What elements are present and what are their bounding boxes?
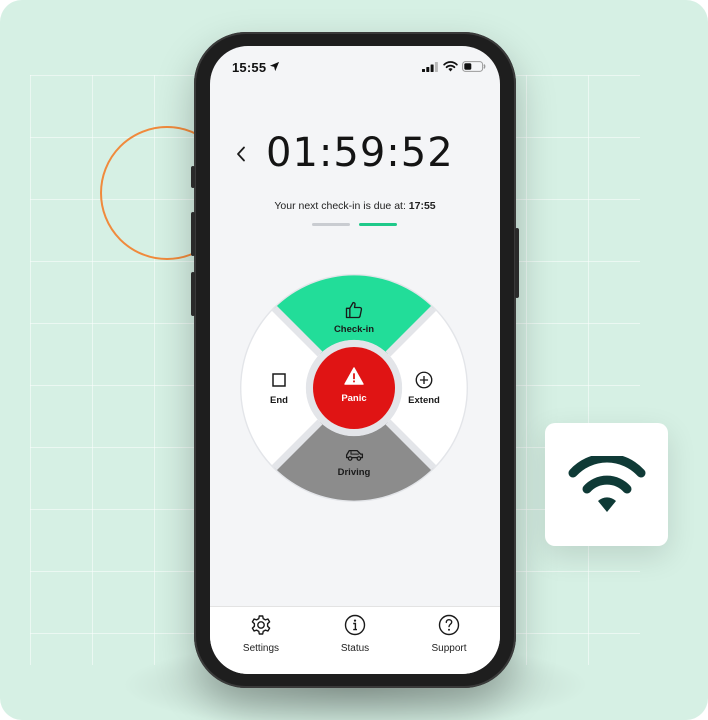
tab-settings[interactable]: Settings xyxy=(221,613,301,654)
car-icon xyxy=(345,449,364,461)
wifi-icon xyxy=(443,61,458,72)
status-bar: 15:55 xyxy=(210,46,500,90)
tab-settings-label: Settings xyxy=(242,643,280,654)
tab-support[interactable]: Support xyxy=(409,613,489,654)
warning-icon xyxy=(344,367,364,385)
volume-down-button xyxy=(191,272,195,316)
phone-frame: 15:55 01:59:52 Your next check-in is due… xyxy=(191,32,519,688)
driving-label: Driving xyxy=(337,467,371,478)
next-checkin-label: Your next check-in is due at: xyxy=(274,200,409,212)
mute-switch xyxy=(191,166,195,188)
power-button xyxy=(515,228,519,298)
tab-support-label: Support xyxy=(431,643,467,654)
end-label: End xyxy=(270,395,288,406)
wifi-card xyxy=(545,423,668,546)
phone-screen: 15:55 01:59:52 Your next check-in is due… xyxy=(210,46,500,674)
location-arrow-icon xyxy=(269,61,280,72)
volume-up-button xyxy=(191,212,195,256)
gear-icon xyxy=(251,615,271,635)
tab-status-label: Status xyxy=(340,643,370,654)
stop-square-icon xyxy=(272,373,286,387)
tab-status[interactable]: Status xyxy=(315,613,395,654)
checkin-label: Check-in xyxy=(333,324,375,335)
panic-label: Panic xyxy=(341,393,367,404)
marketing-background: 15:55 01:59:52 Your next check-in is due… xyxy=(0,0,708,720)
wifi-icon xyxy=(568,455,645,512)
extend-label: Extend xyxy=(408,395,440,406)
plus-circle-icon xyxy=(415,371,433,389)
progress-step-2 xyxy=(359,223,397,226)
back-button[interactable] xyxy=(232,142,250,166)
battery-icon xyxy=(462,61,486,72)
status-time: 15:55 xyxy=(232,60,267,75)
chevron-left-icon xyxy=(237,146,245,162)
progress-step-1 xyxy=(312,223,350,226)
thumbs-up-icon xyxy=(345,301,363,319)
next-checkin-time: 17:55 xyxy=(408,200,436,212)
next-checkin-text: Your next check-in is due at: 17:55 xyxy=(210,200,500,212)
bottom-tab-bar: Settings Status Support xyxy=(210,606,500,674)
panic-button[interactable] xyxy=(313,347,395,429)
info-icon xyxy=(344,614,366,636)
signal-icon xyxy=(422,62,438,72)
question-icon xyxy=(438,614,460,636)
countdown-timer: 01:59:52 xyxy=(266,130,454,176)
action-wheel: Check-in End Extend Panic Driving xyxy=(240,274,468,502)
